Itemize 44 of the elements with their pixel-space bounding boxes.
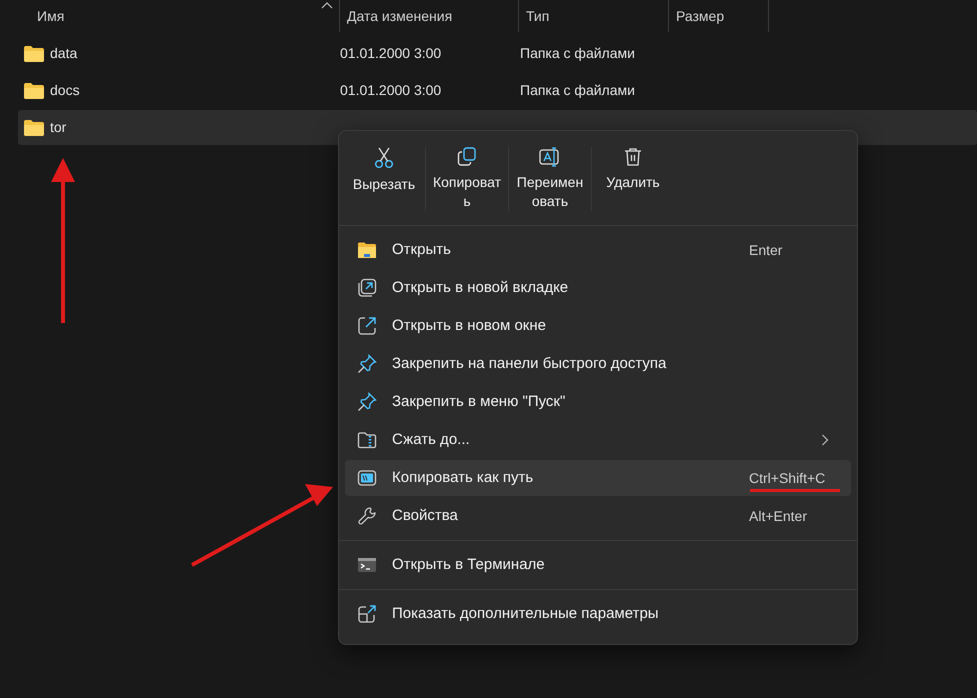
modified-date: 01.01.2000 3:00 [340, 81, 442, 100]
menu-item[interactable]: Открыть в Терминале [345, 547, 851, 583]
menu-item[interactable]: Открыть Enter [345, 232, 851, 268]
file-row[interactable]: data 01.01.2000 3:00 Папка с файлами [18, 36, 977, 71]
column-header[interactable]: Размер [669, 0, 769, 32]
shortcut-hint: Alt+Enter [749, 506, 808, 526]
terminal-icon [357, 555, 377, 575]
menu-item[interactable]: Закрепить на панели быстрого доступа [345, 346, 851, 382]
zip-folder-icon [357, 430, 377, 450]
file-name: docs [50, 81, 80, 100]
scissors-icon [374, 147, 394, 169]
column-header[interactable]: Тип [519, 0, 669, 32]
menu-item[interactable]: Копировать как путь Ctrl+Shift+C [345, 460, 851, 496]
menu-item[interactable]: Закрепить в меню "Пуск" [345, 384, 851, 420]
file-name: tor [50, 118, 66, 137]
file-row[interactable]: docs 01.01.2000 3:00 Папка с файлами [18, 73, 977, 108]
column-header[interactable]: Дата изменения [340, 0, 519, 32]
more-options-icon [357, 604, 377, 624]
path-icon [357, 468, 377, 488]
wrench-icon [357, 506, 377, 526]
external-window-icon [357, 316, 377, 336]
menu-item[interactable]: Сжать до... [345, 422, 851, 458]
sort-icon[interactable] [321, 1, 333, 9]
trash-icon [624, 147, 642, 167]
file-type: Папка с файлами [520, 81, 636, 100]
menu-item[interactable]: Открыть в новом окне [345, 308, 851, 344]
rename-icon [539, 147, 561, 167]
modified-date: 01.01.2000 3:00 [340, 44, 442, 63]
folder-icon [24, 120, 44, 136]
folder-icon [24, 82, 44, 98]
folder-icon [357, 240, 377, 260]
menu-item[interactable]: Показать дополнительные параметры [345, 596, 851, 632]
shortcut-hint: Ctrl+Shift+C [749, 468, 841, 488]
column-header[interactable]: Имя [0, 0, 340, 32]
file-name: data [50, 44, 78, 63]
pin-icon [357, 392, 377, 412]
menu-item[interactable]: Открыть в новой вкладке [345, 270, 851, 306]
pin-icon [357, 354, 377, 374]
new-tab-icon [357, 278, 377, 298]
copy-icon [457, 147, 477, 167]
file-type: Папка с файлами [520, 44, 636, 63]
folder-icon [24, 46, 44, 62]
shortcut-hint: Enter [749, 240, 784, 260]
menu-item[interactable]: Свойства Alt+Enter [345, 498, 851, 534]
